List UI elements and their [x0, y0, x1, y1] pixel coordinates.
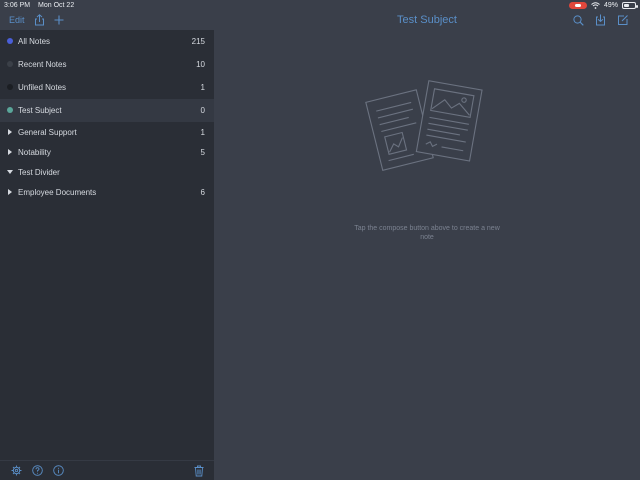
disclosure-triangle-icon[interactable] — [8, 129, 12, 135]
recent-notes-color-dot — [7, 61, 13, 67]
sidebar-item-all-notes[interactable]: All Notes 215 — [0, 30, 214, 53]
empty-state-message: Tap the compose button above to create a… — [354, 225, 500, 241]
sidebar-item-count: 0 — [200, 106, 205, 115]
battery-icon — [622, 1, 638, 9]
import-icon[interactable] — [595, 14, 606, 26]
sidebar-group-general-support[interactable]: General Support 1 — [0, 122, 214, 142]
empty-notes-illustration — [364, 70, 490, 185]
sidebar-group-notability[interactable]: Notability 5 — [0, 142, 214, 162]
note-list-pane: Tap the compose button above to create a… — [214, 30, 640, 480]
trash-icon[interactable] — [194, 465, 204, 477]
screen-recording-icon — [568, 1, 587, 9]
nav-bar: Edit Test Subject — [0, 10, 640, 30]
sidebar-group-label: Test Divider — [18, 167, 60, 177]
status-date: Mon Oct 22 — [38, 1, 75, 9]
sidebar-item-recent-notes[interactable]: Recent Notes 10 — [0, 53, 214, 76]
sidebar-group-count: 6 — [200, 187, 205, 197]
status-left: 3:06 PM Mon Oct 22 — [4, 2, 80, 9]
sidebar-item-count: 10 — [196, 60, 205, 69]
all-notes-color-dot — [7, 38, 13, 44]
sidebar-item-test-subject[interactable]: Test Subject 0 — [0, 99, 214, 122]
sidebar-group-label: General Support — [18, 127, 77, 137]
status-time: 3:06 PM — [4, 1, 31, 9]
sidebar-item-label: Unfiled Notes — [18, 83, 67, 92]
sidebar-group-count: 5 — [200, 147, 205, 157]
battery-percent: 49% — [603, 1, 618, 9]
gear-icon[interactable] — [11, 465, 22, 476]
help-icon[interactable] — [32, 465, 43, 476]
info-icon[interactable] — [53, 465, 64, 476]
sidebar-item-label: Recent Notes — [18, 60, 67, 69]
sidebar-group-test-divider[interactable]: Test Divider — [0, 162, 214, 182]
nav-right — [573, 14, 629, 26]
search-icon[interactable] — [573, 14, 584, 26]
sidebar-footer — [0, 460, 214, 480]
sidebar: All Notes 215 Recent Notes 10 Unfiled No… — [0, 30, 214, 480]
documents-icon — [365, 80, 483, 171]
sidebar-group-count: 1 — [200, 127, 205, 137]
sidebar-item-label: All Notes — [18, 37, 51, 46]
status-right: 49% — [568, 1, 638, 9]
disclosure-triangle-icon[interactable] — [8, 149, 12, 155]
unfiled-notes-color-dot — [7, 84, 13, 90]
sidebar-item-count: 215 — [191, 37, 205, 46]
wifi-icon — [591, 1, 600, 9]
disclosure-triangle-expanded-icon[interactable] — [7, 170, 13, 174]
sidebar-item-label: Test Subject — [18, 106, 62, 115]
plus-icon[interactable] — [54, 15, 64, 25]
disclosure-triangle-icon[interactable] — [8, 189, 12, 195]
compose-icon[interactable] — [617, 14, 629, 26]
edit-button[interactable]: Edit — [9, 15, 25, 25]
test-subject-color-dot — [7, 107, 13, 113]
share-icon[interactable] — [34, 14, 45, 26]
sidebar-item-count: 1 — [200, 83, 205, 92]
sidebar-group-employee-documents[interactable]: Employee Documents 6 — [0, 182, 214, 202]
status-bar: 3:06 PM Mon Oct 22 49% — [0, 0, 640, 10]
nav-left: Edit — [9, 14, 64, 26]
sidebar-group-label: Notability — [18, 147, 51, 157]
sidebar-group-label: Employee Documents — [18, 187, 97, 197]
sidebar-item-unfiled-notes[interactable]: Unfiled Notes 1 — [0, 76, 214, 99]
